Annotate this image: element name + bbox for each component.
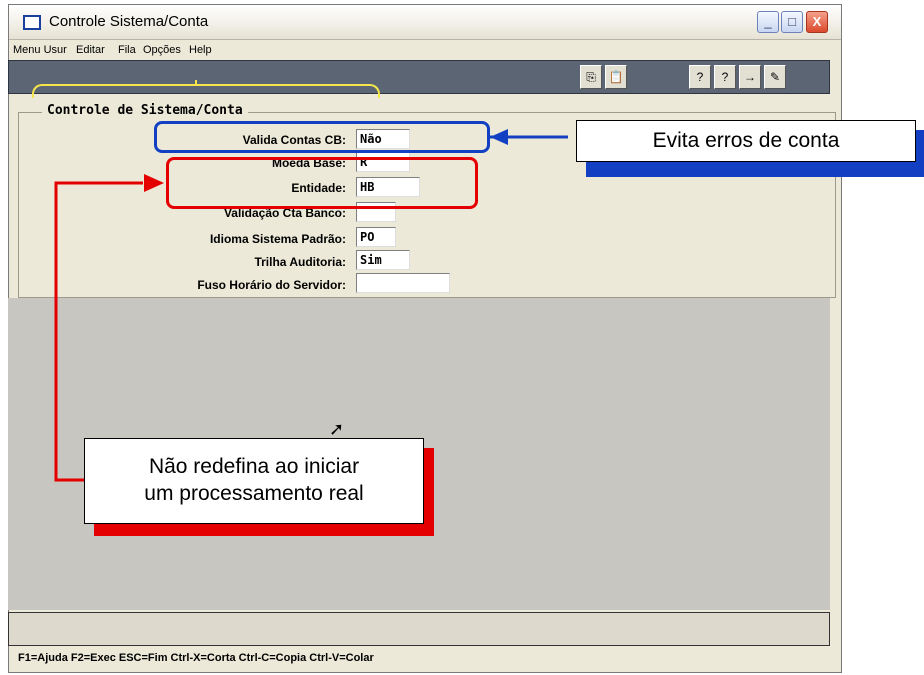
blue-callout-text: Evita erros de conta [652, 129, 840, 152]
blue-callout: Evita erros de conta [576, 120, 916, 162]
red-arrow-head [144, 174, 164, 192]
red-callout-line1: Não redefina ao iniciar [148, 455, 360, 478]
red-callout: Não redefina ao iniciar um processamento… [84, 438, 424, 524]
red-arrow-line [54, 181, 143, 482]
blue-arrow-head [490, 129, 508, 145]
red-callout-line2: um processamento real [144, 482, 364, 505]
annotation-arrows [54, 129, 568, 482]
